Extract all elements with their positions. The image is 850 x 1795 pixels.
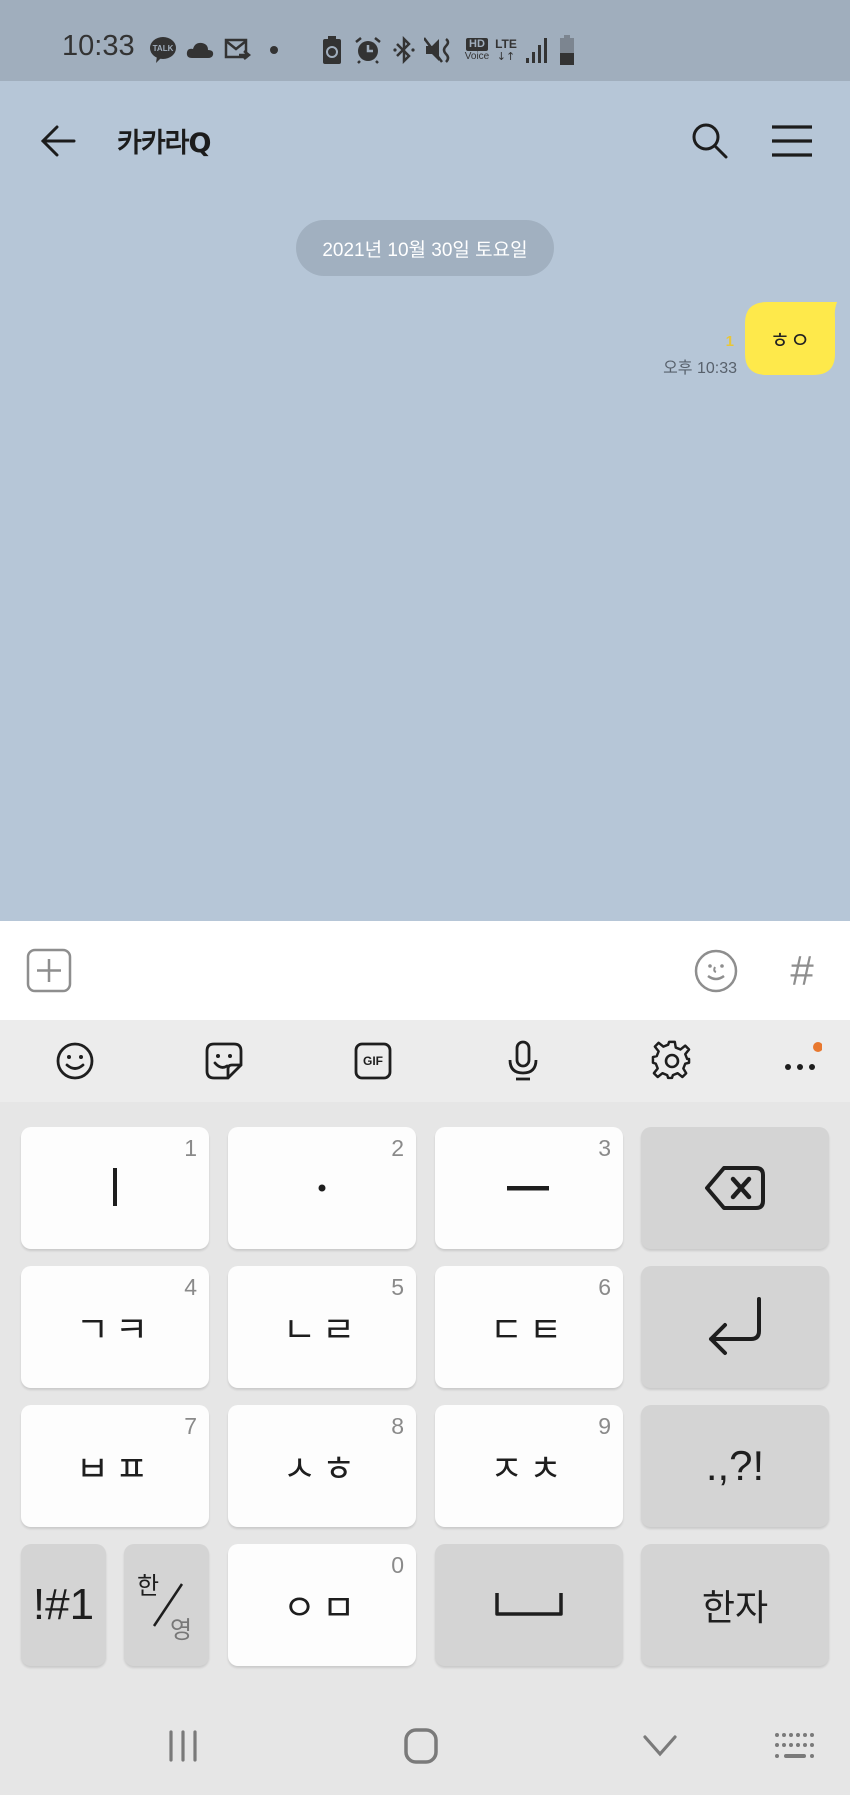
date-divider: 2021년 10월 30일 토요일: [296, 220, 554, 276]
search-icon: [692, 123, 728, 159]
attach-button[interactable]: [26, 948, 74, 994]
message-input-bar: #: [0, 921, 850, 1020]
unread-count: 1: [725, 333, 734, 350]
key-n-r[interactable]: 5 ㄴㄹ: [228, 1266, 416, 1388]
voice-input-button[interactable]: [498, 1036, 548, 1086]
key-o-m[interactable]: 0 ㅇㅁ: [228, 1544, 416, 1666]
hamburger-menu-icon: [772, 125, 812, 157]
dot-icon: [268, 36, 280, 64]
chat-header: 카카라Q: [0, 81, 850, 201]
arrow-left-icon: [40, 125, 76, 157]
recents-button[interactable]: [153, 1721, 213, 1771]
keyboard-icon: [775, 1733, 814, 1758]
kakaotalk-notification-icon: TALK: [148, 36, 178, 64]
home-button[interactable]: [391, 1721, 451, 1771]
key-eu[interactable]: 3: [435, 1127, 623, 1249]
more-button[interactable]: [775, 1036, 825, 1086]
gif-button[interactable]: GIF: [348, 1036, 398, 1086]
cloud-icon: [186, 36, 214, 64]
recents-icon: [169, 1730, 197, 1762]
backspace-key[interactable]: [641, 1127, 829, 1249]
message-time: 오후 10:33: [663, 360, 737, 377]
key-d-t[interactable]: 6 ㄷㅌ: [435, 1266, 623, 1388]
sticker-button[interactable]: [199, 1036, 249, 1086]
hide-keyboard-button[interactable]: [630, 1721, 690, 1771]
emoticon-button[interactable]: [693, 948, 741, 996]
gear-icon: [651, 1040, 691, 1080]
battery-saver-icon: [320, 36, 344, 64]
battery-icon: [558, 35, 576, 65]
search-button[interactable]: [685, 116, 735, 166]
message-input[interactable]: [95, 941, 679, 1003]
emoji-icon: [56, 1042, 94, 1080]
mail-forward-icon: [224, 36, 252, 64]
key-j-ch[interactable]: 9 ㅈㅊ: [435, 1405, 623, 1527]
key-b-p[interactable]: 7 ㅂㅍ: [21, 1405, 209, 1527]
status-time: 10:33: [62, 30, 135, 62]
notification-dot: [813, 1042, 822, 1052]
message-text: ㅎㅇ: [769, 328, 811, 354]
settings-button[interactable]: [647, 1036, 697, 1086]
hanja-key[interactable]: 한자: [641, 1544, 829, 1666]
keyboard: 1 2 3 4 ㄱㅋ 5 ㄴㄹ 6 ㄷㅌ 7 ㅂㅍ 8 ㅅㅎ 9 ㅈㅊ .,?!: [0, 1102, 850, 1795]
emoji-button[interactable]: [50, 1036, 100, 1086]
backspace-icon: [705, 1166, 765, 1210]
plus-square-icon: [26, 948, 72, 993]
key-s-h[interactable]: 8 ㅅㅎ: [228, 1405, 416, 1527]
lte-icon: LTE ↓↑: [495, 36, 517, 63]
alarm-icon: [353, 36, 383, 64]
key-glyph: [113, 1168, 117, 1206]
message-bubble[interactable]: ㅎㅇ: [745, 302, 838, 375]
keyboard-switch-button[interactable]: [765, 1721, 825, 1771]
home-icon: [404, 1728, 438, 1764]
chat-title: 카카라Q: [117, 128, 211, 159]
key-dot[interactable]: 2: [228, 1127, 416, 1249]
menu-button[interactable]: [767, 116, 817, 166]
key-glyph: [507, 1186, 549, 1191]
vibrate-mute-icon: [424, 36, 454, 64]
back-button[interactable]: [33, 116, 83, 166]
chevron-down-icon: [643, 1735, 677, 1757]
microphone-icon: [508, 1040, 538, 1081]
hashtag-search-button[interactable]: #: [780, 943, 824, 998]
key-glyph: [318, 1184, 326, 1192]
key-i[interactable]: 1: [21, 1127, 209, 1249]
svg-text:TALK: TALK: [153, 44, 174, 53]
keyboard-toolbar: GIF: [0, 1020, 850, 1102]
space-key[interactable]: [435, 1544, 623, 1666]
enter-key[interactable]: [641, 1266, 829, 1388]
enter-icon: [709, 1297, 761, 1355]
space-icon: [495, 1593, 563, 1616]
signal-icon: [525, 36, 547, 64]
more-dots-icon: [785, 1042, 822, 1070]
hd-voice-icon: HD Voice: [464, 37, 490, 62]
sticker-icon: [205, 1042, 243, 1080]
punctuation-key[interactable]: .,?!: [641, 1405, 829, 1527]
emoticon-icon: [694, 949, 738, 993]
bluetooth-icon: [392, 36, 416, 64]
symbols-key[interactable]: !#1: [21, 1544, 106, 1666]
status-bar: 10:33 TALK HD Voice LTE ↓↑: [0, 0, 850, 81]
language-toggle-key[interactable]: 한 영: [124, 1544, 209, 1666]
key-g-k[interactable]: 4 ㄱㅋ: [21, 1266, 209, 1388]
